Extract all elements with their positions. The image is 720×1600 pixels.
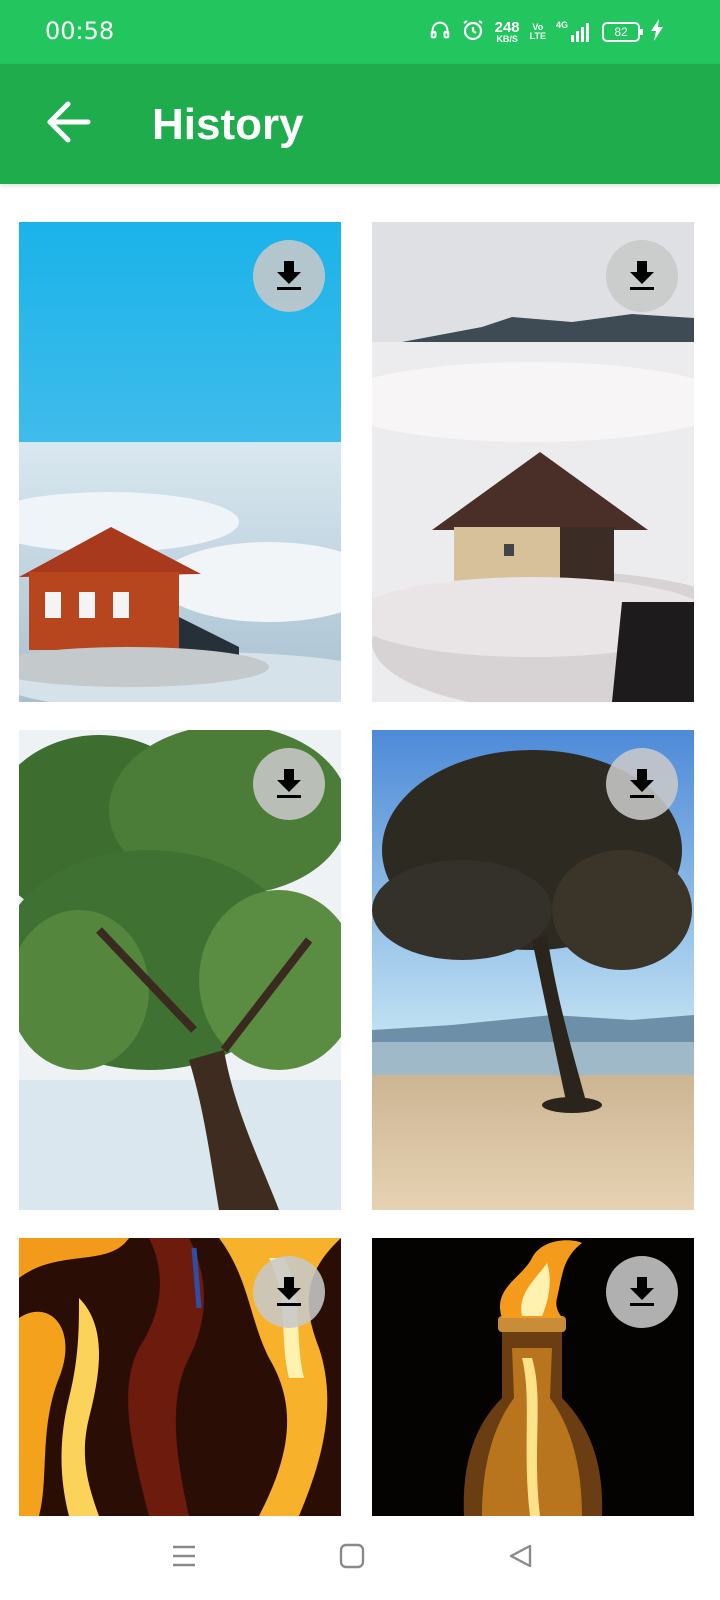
download-button[interactable] [606, 240, 678, 312]
status-icons: 248 KB/S Vo LTE 4G 82 [429, 14, 664, 50]
download-button[interactable] [606, 748, 678, 820]
history-item[interactable] [19, 1238, 341, 1516]
home-icon [338, 1542, 366, 1575]
download-button[interactable] [253, 1256, 325, 1328]
back-triangle-icon [506, 1542, 534, 1575]
history-item[interactable] [19, 222, 341, 702]
battery-icon: 82 [602, 22, 643, 42]
download-button[interactable] [253, 240, 325, 312]
history-item[interactable] [372, 1238, 694, 1516]
download-icon [625, 765, 659, 804]
arrow-left-icon [42, 96, 94, 153]
menu-icon [170, 1542, 198, 1575]
download-icon [272, 765, 306, 804]
signal-icon: 4G [556, 21, 592, 43]
download-button[interactable] [253, 748, 325, 820]
download-icon [272, 1273, 306, 1312]
net-speed: 248 KB/S [494, 19, 520, 44]
status-bar: 00:58 248 KB/S Vo LTE 4G 82 [0, 0, 720, 64]
app-bar: History [0, 64, 720, 184]
home-button[interactable] [326, 1532, 378, 1584]
headphones-icon [429, 19, 451, 46]
alarm-icon [461, 18, 485, 47]
system-back-button[interactable] [494, 1532, 546, 1584]
download-icon [625, 257, 659, 296]
charging-icon [650, 18, 664, 46]
status-time: 00:58 [45, 17, 115, 45]
page-title: History [152, 100, 304, 149]
system-nav-bar [0, 1516, 720, 1600]
download-icon [272, 257, 306, 296]
history-item[interactable] [372, 222, 694, 702]
history-grid [0, 184, 720, 1516]
back-button[interactable] [38, 94, 98, 154]
download-icon [625, 1273, 659, 1312]
history-item[interactable] [19, 730, 341, 1210]
network-type: 4G [555, 20, 568, 30]
battery-level: 82 [614, 25, 628, 39]
history-item[interactable] [372, 730, 694, 1210]
download-button[interactable] [606, 1256, 678, 1328]
volte-indicator: Vo LTE [529, 22, 546, 41]
recent-apps-button[interactable] [158, 1532, 210, 1584]
